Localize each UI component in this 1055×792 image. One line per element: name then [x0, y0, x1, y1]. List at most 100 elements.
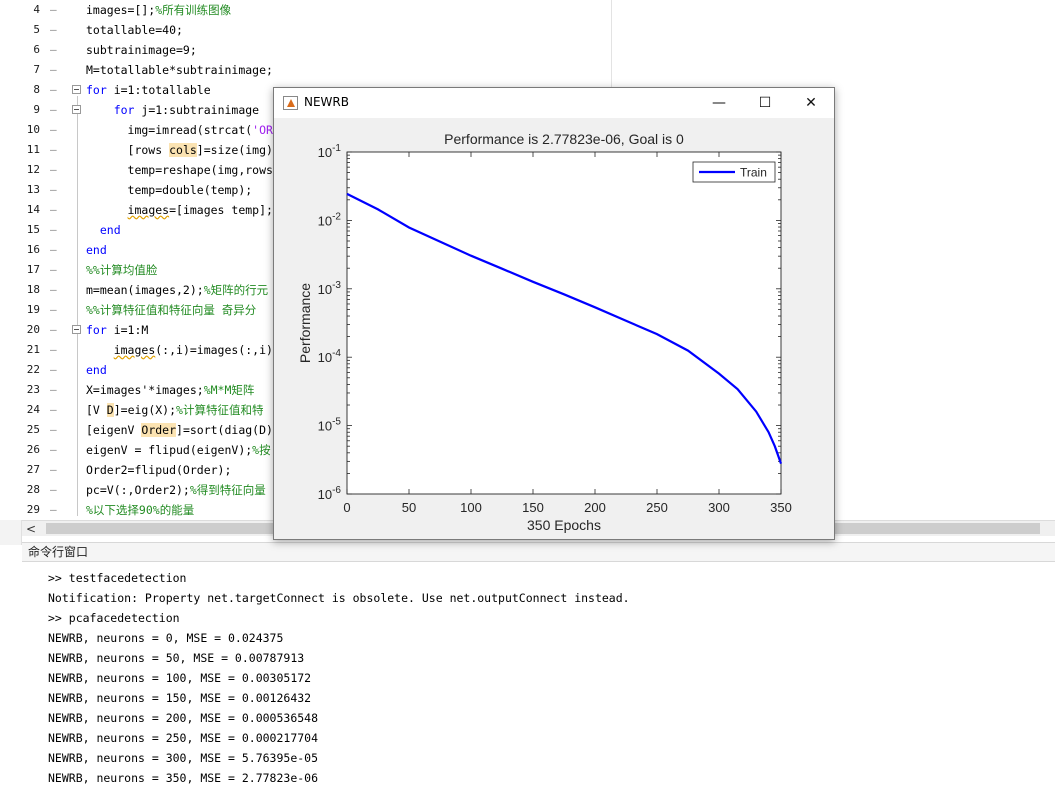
minimize-button[interactable]: — [696, 88, 742, 118]
breakpoint-marker[interactable]: – [50, 220, 57, 240]
scroll-left-icon[interactable]: < [26, 521, 38, 537]
code-text: [V D]=eig(X);%计算特征值和特 [86, 400, 263, 420]
breakpoint-marker[interactable]: – [50, 300, 57, 320]
y-tick-label: 10-6 [318, 485, 342, 502]
code-token: for [113, 103, 135, 117]
command-window[interactable]: >> testfacedetection Notification: Proper… [22, 563, 1055, 792]
breakpoint-marker[interactable]: – [50, 20, 57, 40]
x-tick-label: 0 [343, 500, 350, 515]
close-button[interactable]: ✕ [788, 88, 834, 118]
command-output-line: NEWRB, neurons = 350, MSE = 2.77823e-06 [48, 771, 319, 785]
line-number: 21 [26, 343, 40, 356]
code-token: eigenV = flipud(eigenV); [86, 443, 253, 457]
line-number: 26 [26, 443, 40, 456]
y-tick-label: 10-1 [318, 143, 342, 160]
code-token: images=[]; [86, 3, 156, 17]
breakpoint-marker[interactable]: – [50, 160, 57, 180]
x-tick-label: 250 [646, 500, 668, 515]
fold-toggle-icon[interactable] [72, 325, 81, 334]
breakpoint-marker[interactable]: – [50, 60, 57, 80]
code-text: %以下选择90%的能量 [86, 500, 194, 520]
code-text: images(:,i)=images(:,i) [86, 340, 273, 360]
code-token: images [127, 203, 170, 217]
breakpoint-marker[interactable]: – [50, 140, 57, 160]
command-output-line: >> testfacedetection [48, 571, 187, 585]
command-output-line: NEWRB, neurons = 50, MSE = 0.00787913 [48, 651, 305, 665]
code-token: end [86, 363, 107, 377]
code-token: i=1:M [106, 323, 149, 337]
breakpoint-marker[interactable]: – [50, 100, 57, 120]
line-number: 4 [33, 3, 40, 16]
line-number: 28 [26, 483, 40, 496]
breakpoint-marker[interactable]: – [50, 40, 57, 60]
breakpoint-marker[interactable]: – [50, 180, 57, 200]
code-token: %%计算均值脸 [86, 263, 158, 277]
code-text: end [86, 360, 107, 380]
code-token: m=mean(images,2); [86, 283, 204, 297]
x-tick-label: 100 [460, 500, 482, 515]
line-number: 6 [33, 43, 40, 56]
breakpoint-marker[interactable]: – [50, 340, 57, 360]
figure-window[interactable]: NEWRB — ☐ ✕ 10-1 10-2 10-3 10-4 10-5 10-6 0 50 1… [273, 87, 835, 540]
code-text: temp=reshape(img,rows* [86, 160, 280, 180]
y-axis-label: Performance [297, 283, 313, 363]
code-line[interactable]: 6– subtrainimage=9; [0, 40, 590, 60]
code-token: images [113, 343, 156, 357]
breakpoint-marker[interactable]: – [50, 360, 57, 380]
chart-title: Performance is 2.77823e-06, Goal is 0 [444, 131, 684, 147]
breakpoint-marker[interactable]: – [50, 400, 57, 420]
breakpoint-marker[interactable]: – [50, 480, 57, 500]
breakpoint-marker[interactable]: – [50, 260, 57, 280]
code-token: X=images'*images; [86, 383, 204, 397]
command-output-line: NEWRB, neurons = 100, MSE = 0.00305172 [48, 671, 312, 685]
code-text: end [86, 220, 121, 240]
breakpoint-marker[interactable]: – [50, 80, 57, 100]
breakpoint-marker[interactable]: – [50, 120, 57, 140]
x-axis-label: 350 Epochs [527, 517, 601, 533]
fold-toggle-icon[interactable] [72, 85, 81, 94]
code-token: Order2=flipud(Order); [86, 463, 232, 477]
maximize-button[interactable]: ☐ [742, 88, 788, 118]
breakpoint-marker[interactable]: – [50, 380, 57, 400]
code-text: images=[];%所有训练图像 [86, 0, 231, 20]
code-token: %M*M矩阵 [203, 383, 255, 397]
code-token: [rows [86, 143, 170, 157]
line-number: 27 [26, 463, 40, 476]
line-number: 22 [26, 363, 40, 376]
line-number: 16 [26, 243, 40, 256]
code-line[interactable]: 5– totallable=40; [0, 20, 590, 40]
breakpoint-marker[interactable]: – [50, 440, 57, 460]
code-line[interactable]: 7– M=totallable*subtrainimage; [0, 60, 590, 80]
code-token: i=1:totallable [106, 83, 211, 97]
command-output-line: Notification: Property net.targetConnect… [48, 591, 630, 605]
code-token: temp=reshape(img,rows* [86, 163, 280, 177]
breakpoint-marker[interactable]: – [50, 200, 57, 220]
breakpoint-marker[interactable]: – [50, 240, 57, 260]
code-text: [eigenV Order]=sort(diag(D)) [86, 420, 280, 440]
code-text: images=[images temp]; [86, 200, 273, 220]
x-tick-label: 350 [770, 500, 792, 515]
breakpoint-marker[interactable]: – [50, 280, 57, 300]
code-token: end [99, 223, 121, 237]
code-line[interactable]: 4– images=[];%所有训练图像 [0, 0, 590, 20]
command-output-line: NEWRB, neurons = 300, MSE = 5.76395e-05 [48, 751, 319, 765]
code-token: [V [86, 403, 107, 417]
figure-titlebar[interactable]: NEWRB — ☐ ✕ [274, 88, 834, 118]
breakpoint-marker[interactable]: – [50, 500, 57, 520]
code-token: temp=double(temp); [86, 183, 253, 197]
plot-area [347, 152, 781, 494]
line-number: 20 [26, 323, 40, 336]
breakpoint-marker[interactable]: – [50, 460, 57, 480]
code-token: for [86, 323, 107, 337]
code-text: eigenV = flipud(eigenV);%按 [86, 440, 271, 460]
breakpoint-marker[interactable]: – [50, 0, 57, 20]
line-number: 11 [26, 143, 40, 156]
fold-toggle-icon[interactable] [72, 105, 81, 114]
line-number: 9 [33, 103, 40, 116]
breakpoint-marker[interactable]: – [50, 420, 57, 440]
breakpoint-marker[interactable]: – [50, 320, 57, 340]
code-token: ]=size(img); [196, 143, 280, 157]
code-text: for j=1:subtrainimage [86, 100, 259, 120]
code-token: Order [141, 423, 177, 437]
